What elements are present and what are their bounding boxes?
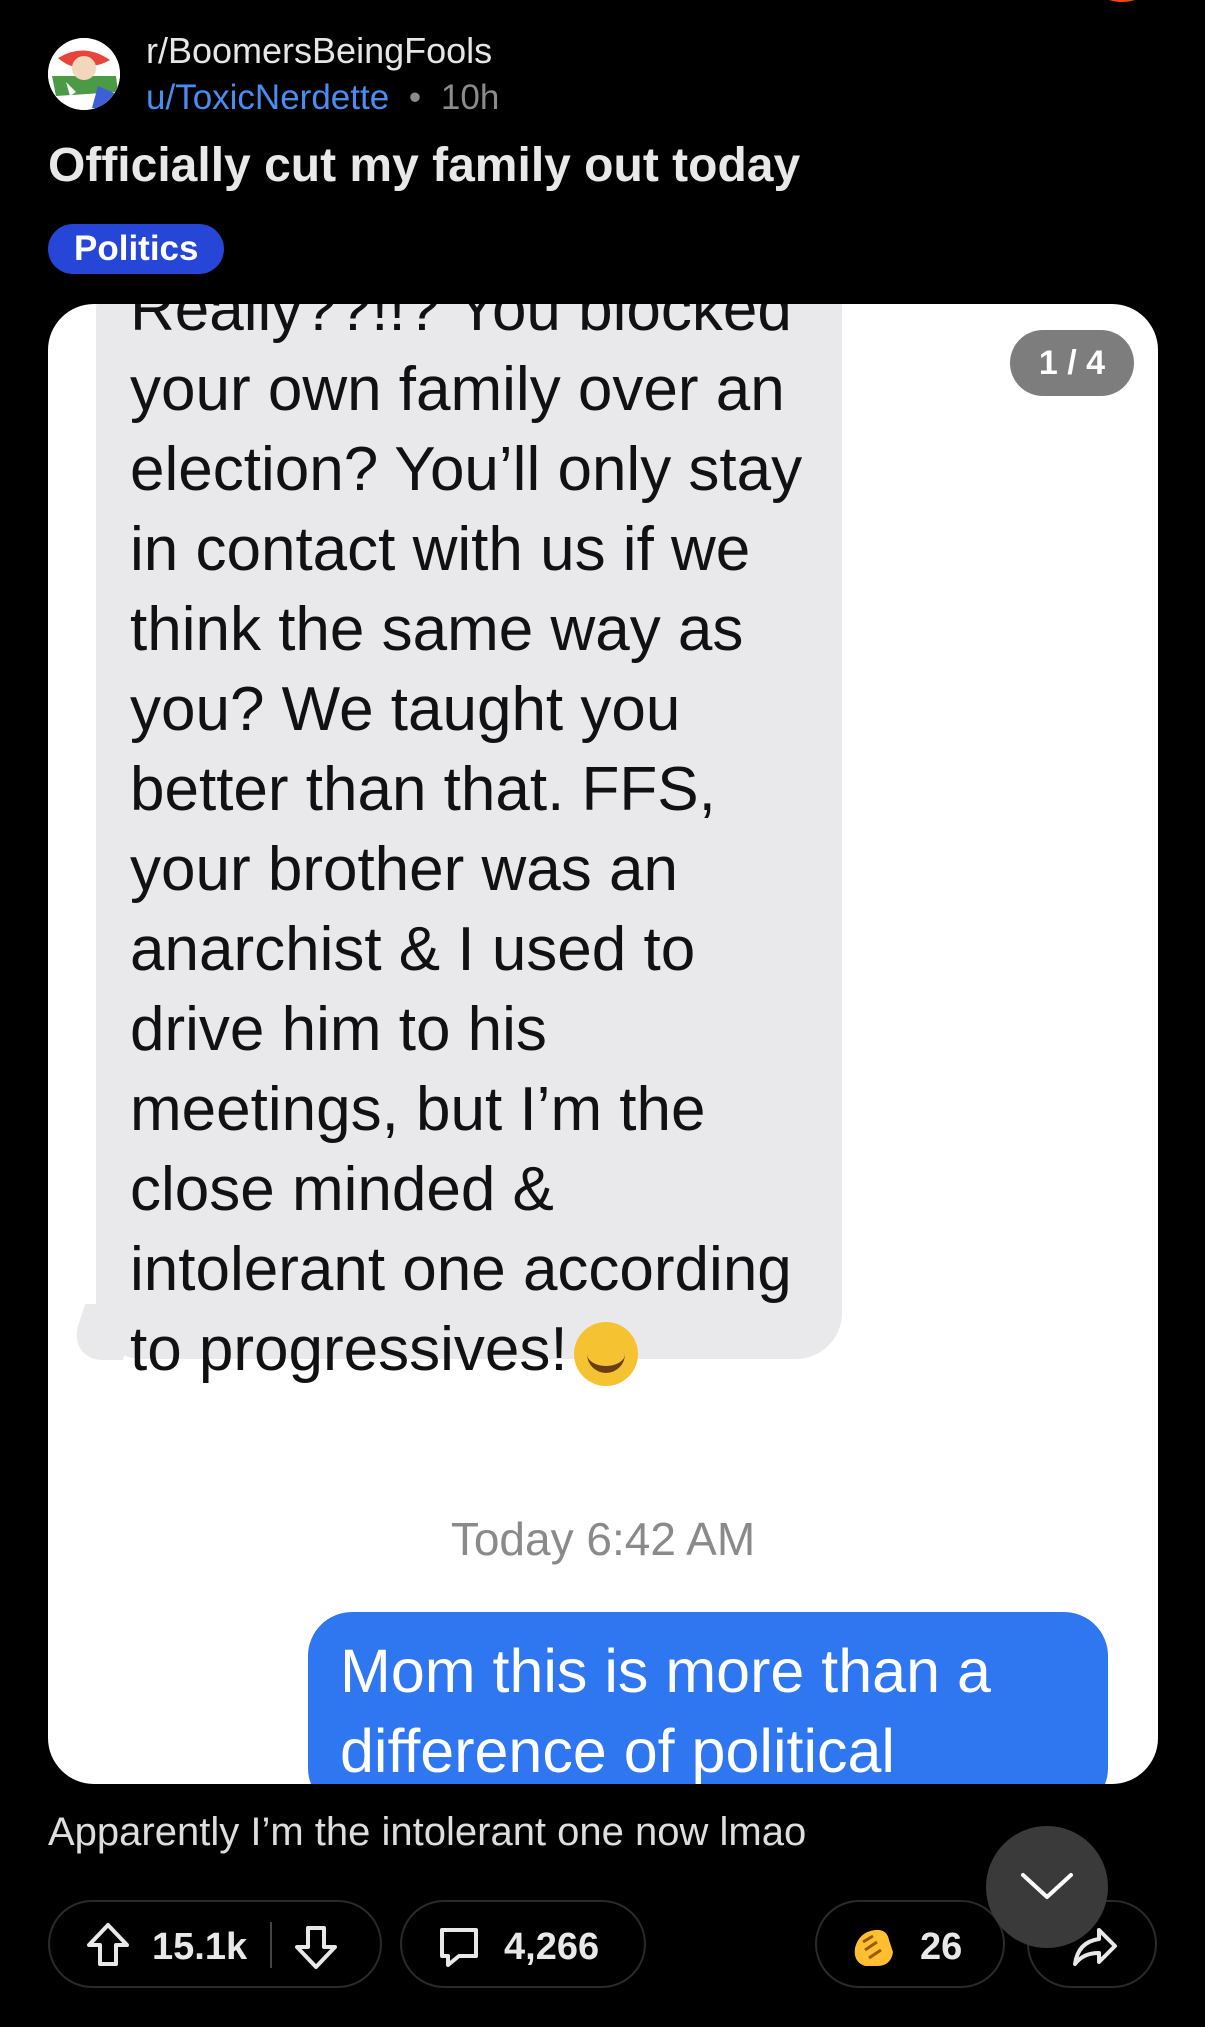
notification-badge <box>1088 0 1156 2</box>
post-title[interactable]: Officially cut my family out today <box>48 138 800 193</box>
award-count: 26 <box>920 1926 963 1968</box>
post-flair[interactable]: Politics <box>48 224 225 274</box>
gallery-image[interactable]: Really??!!? You blocked your own family … <box>48 304 1158 1784</box>
vote-bar: 15.1k <box>48 1900 382 1988</box>
post-meta: u/ToxicNerdette • 10h <box>146 78 499 118</box>
post-header: r/BoomersBeingFools u/ToxicNerdette • 10… <box>48 28 1158 118</box>
outgoing-message-text: Mom this is more than a difference of po… <box>340 1637 991 1784</box>
upvote-arrow-icon[interactable] <box>84 1920 132 1970</box>
downvote-arrow-icon[interactable] <box>292 1922 340 1972</box>
vote-divider <box>270 1922 272 1968</box>
clapping-hands-icon <box>854 1929 893 1966</box>
chevron-down-icon <box>1021 1873 1073 1899</box>
comments-button[interactable]: 4,266 <box>400 1900 646 1988</box>
gallery-counter: 1 / 4 <box>1010 330 1134 396</box>
message-timestamp: Today 6:42 AM <box>450 1513 756 1565</box>
post-caption: Apparently I’m the intolerant one now lm… <box>48 1810 807 1854</box>
award-button[interactable]: 26 <box>815 1900 1005 1988</box>
meta-separator: • <box>408 78 422 117</box>
incoming-message-text: Really??!!? You blocked your own family … <box>130 304 803 1386</box>
comment-count: 4,266 <box>504 1926 600 1968</box>
collapse-button[interactable] <box>986 1826 1108 1948</box>
comment-bubble-icon <box>440 1928 478 1967</box>
subreddit-avatar-icon <box>48 38 120 110</box>
upvote-count: 15.1k <box>152 1926 248 1968</box>
subreddit-avatar[interactable] <box>48 38 120 110</box>
subreddit-name[interactable]: r/BoomersBeingFools <box>146 30 492 72</box>
username-link[interactable]: u/ToxicNerdette <box>146 78 389 117</box>
laughing-emoji-icon <box>573 1321 638 1386</box>
post-age: 10h <box>440 78 500 117</box>
